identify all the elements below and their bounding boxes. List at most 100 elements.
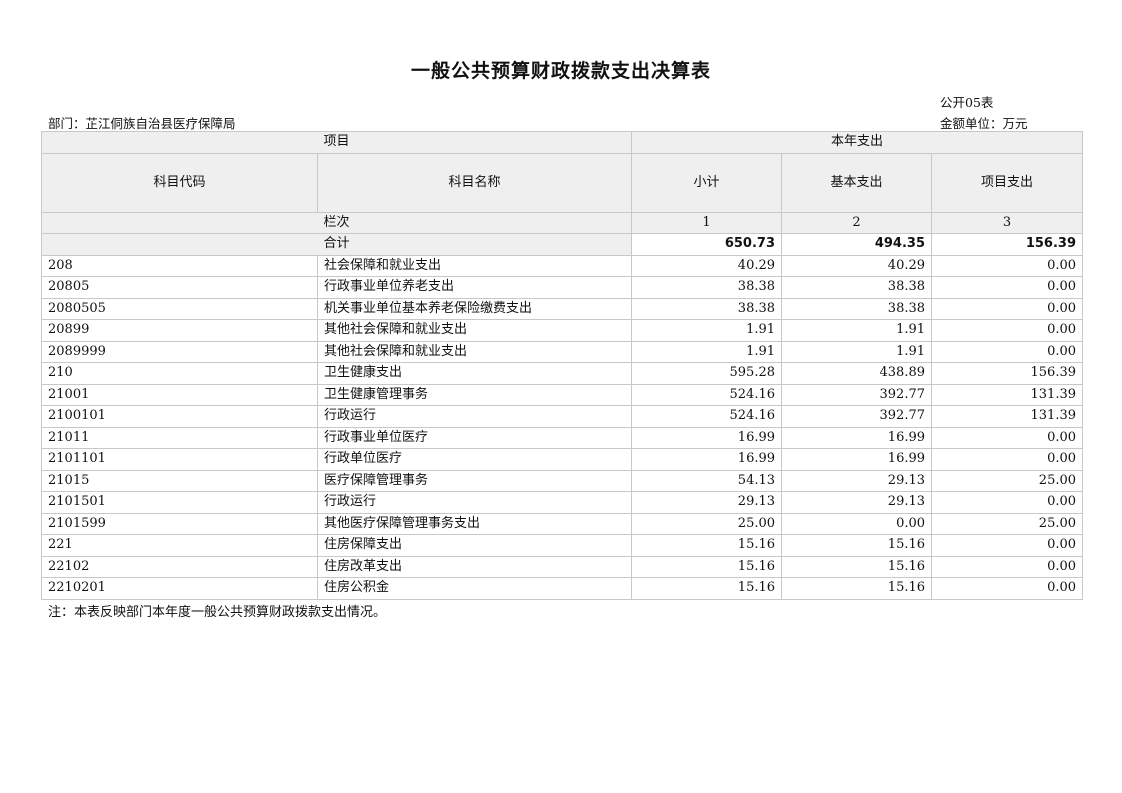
header-col1: 1 [631,211,783,234]
header-basic: 基本支出 [781,152,933,213]
row-name: 行政运行 [316,405,633,428]
row-name: 卫生健康管理事务 [316,383,633,406]
row-basic: 15.16 [781,555,933,578]
row-project: 156.39 [931,362,1084,385]
table-row: 21015 医疗保障管理事务 54.13 29.13 25.00 [41,469,1084,492]
row-name: 卫生健康支出 [316,362,633,385]
header-project: 项目支出 [931,152,1084,213]
row-subtotal: 38.38 [631,276,783,299]
row-project: 131.39 [931,405,1084,428]
page-title: 一般公共预算财政拨款支出决算表 [410,60,711,82]
row-subtotal: 15.16 [631,577,783,600]
row-name: 行政运行 [316,491,633,514]
table-row: 2101599 其他医疗保障管理事务支出 25.00 0.00 25.00 [41,512,1084,535]
row-subtotal: 15.16 [631,534,783,557]
row-project: 0.00 [931,254,1084,277]
row-project: 0.00 [931,534,1084,557]
row-name: 住房改革支出 [316,555,633,578]
row-basic: 29.13 [781,469,933,492]
table-row: 2101501 行政运行 29.13 29.13 0.00 [41,491,1084,514]
table-row: 21001 卫生健康管理事务 524.16 392.77 131.39 [41,383,1084,406]
row-project: 25.00 [931,469,1084,492]
header-code: 科目代码 [41,152,318,213]
row-project: 0.00 [931,577,1084,600]
row-code: 221 [41,534,318,557]
row-name: 其他社会保障和就业支出 [316,319,633,342]
table-row: 20805 行政事业单位养老支出 38.38 38.38 0.00 [41,276,1084,299]
row-code: 2101501 [41,491,318,514]
row-basic: 38.38 [781,276,933,299]
row-code: 2100101 [41,405,318,428]
table-row: 2100101 行政运行 524.16 392.77 131.39 [41,405,1084,428]
row-project: 0.00 [931,426,1084,449]
row-basic: 438.89 [781,362,933,385]
row-name: 住房保障支出 [316,534,633,557]
row-subtotal: 1.91 [631,319,783,342]
row-code: 2101101 [41,448,318,471]
row-name: 行政单位医疗 [316,448,633,471]
row-subtotal: 54.13 [631,469,783,492]
unit-label: 金额单位：万元 [940,116,1028,131]
row-project: 0.00 [931,491,1084,514]
table-row: 2089999 其他社会保障和就业支出 1.91 1.91 0.00 [41,340,1084,363]
table-row: 20899 其他社会保障和就业支出 1.91 1.91 0.00 [41,319,1084,342]
row-project: 0.00 [931,319,1084,342]
expenditure-table: 项目 本年支出 科目代码 科目名称 小计 基本支出 项目支出 栏次 1 2 3 … [40,131,1084,600]
row-code: 21001 [41,383,318,406]
row-subtotal: 524.16 [631,405,783,428]
total-row: 合计 650.73 494.35 156.39 [40,233,1084,256]
header-column-label: 栏次 [40,211,633,234]
row-subtotal: 16.99 [631,426,783,449]
table-row: 2101101 行政单位医疗 16.99 16.99 0.00 [41,448,1084,471]
form-number: 公开05表 [940,95,994,110]
row-basic: 29.13 [781,491,933,514]
header-col2: 2 [781,211,933,234]
row-project: 0.00 [931,555,1084,578]
row-basic: 40.29 [781,254,933,277]
row-name: 住房公积金 [316,577,633,600]
row-project: 131.39 [931,383,1084,406]
row-project: 25.00 [931,512,1084,535]
row-name: 机关事业单位基本养老保险缴费支出 [316,297,633,320]
row-subtotal: 40.29 [631,254,783,277]
row-code: 20899 [41,319,318,342]
row-subtotal: 25.00 [631,512,783,535]
row-project: 0.00 [931,276,1084,299]
row-basic: 38.38 [781,297,933,320]
row-code: 22102 [41,555,318,578]
total-subtotal: 650.73 [631,233,783,256]
row-subtotal: 595.28 [631,362,783,385]
row-basic: 16.99 [781,426,933,449]
header-current-year: 本年支出 [631,131,1084,154]
total-basic: 494.35 [781,233,933,256]
row-project: 0.00 [931,340,1084,363]
row-basic: 15.16 [781,577,933,600]
row-subtotal: 38.38 [631,297,783,320]
table-row: 22102 住房改革支出 15.16 15.16 0.00 [41,555,1084,578]
row-code: 2089999 [41,340,318,363]
row-basic: 392.77 [781,405,933,428]
row-name: 其他医疗保障管理事务支出 [316,512,633,535]
row-code: 2210201 [41,577,318,600]
row-basic: 15.16 [781,534,933,557]
total-project: 156.39 [931,233,1084,256]
table-row: 2210201 住房公积金 15.16 15.16 0.00 [41,577,1084,600]
row-name: 行政事业单位养老支出 [316,276,633,299]
row-basic: 16.99 [781,448,933,471]
header-name: 科目名称 [316,152,633,213]
row-basic: 1.91 [781,319,933,342]
row-subtotal: 524.16 [631,383,783,406]
table-row: 21011 行政事业单位医疗 16.99 16.99 0.00 [41,426,1084,449]
row-basic: 0.00 [781,512,933,535]
row-code: 210 [41,362,318,385]
table-row: 2080505 机关事业单位基本养老保险缴费支出 38.38 38.38 0.00 [41,297,1084,320]
row-code: 20805 [41,276,318,299]
header-item: 项目 [40,131,633,154]
row-code: 2101599 [41,512,318,535]
row-subtotal: 1.91 [631,340,783,363]
row-name: 行政事业单位医疗 [316,426,633,449]
row-code: 21011 [41,426,318,449]
row-name: 医疗保障管理事务 [316,469,633,492]
row-subtotal: 16.99 [631,448,783,471]
table-row: 210 卫生健康支出 595.28 438.89 156.39 [41,362,1084,385]
